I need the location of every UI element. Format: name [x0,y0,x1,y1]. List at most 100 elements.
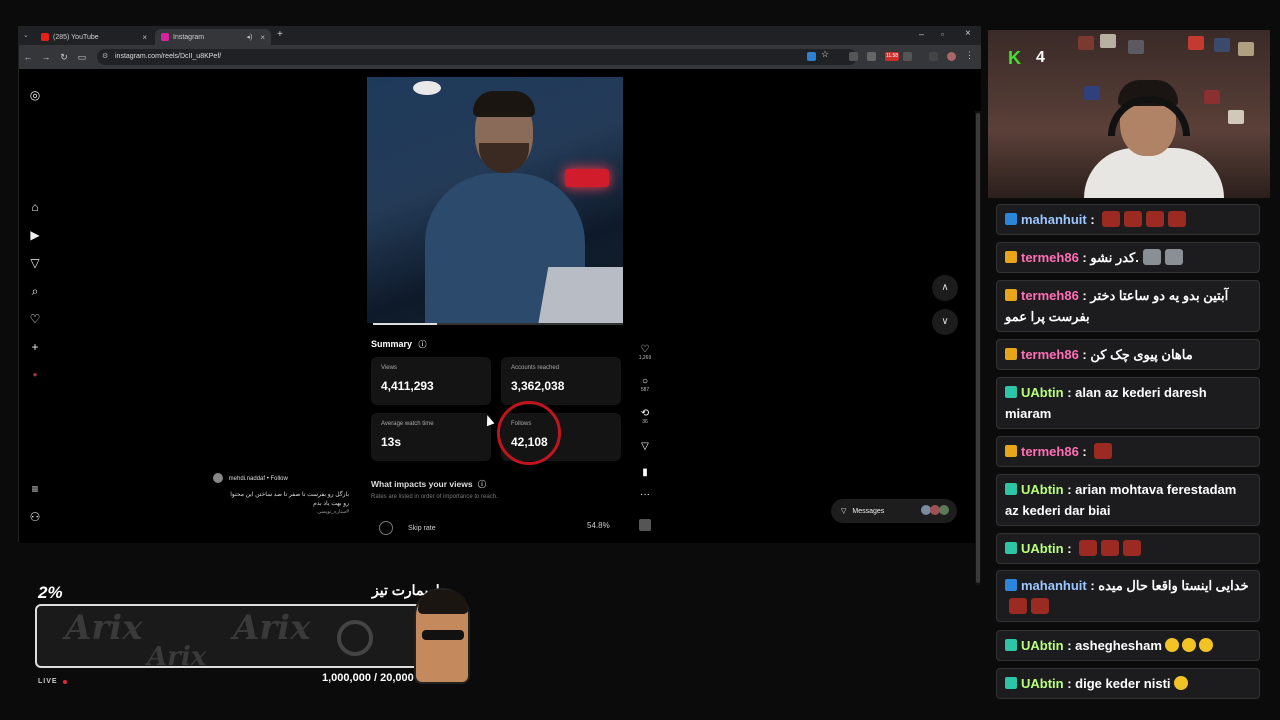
chat-username[interactable]: mahanhuit [1021,578,1087,593]
laughing-emoji-icon [1198,638,1213,652]
close-window-icon[interactable]: × [965,28,971,39]
extensions-icon[interactable] [903,52,912,61]
info-icon[interactable]: ⓘ [478,480,486,489]
bookmark-star-icon[interactable]: ☆ [821,49,829,60]
stat-card-views: Views 4,411,293 [371,357,491,405]
repost-button[interactable]: ⟲ 36 [633,408,657,425]
chat-text: asheghesham [1075,638,1162,653]
angry-emote-icon [1102,211,1121,227]
reels-icon[interactable]: ▶ [27,227,43,243]
chat-separator: : [1078,250,1091,265]
chat-username[interactable]: UAbtin [1021,638,1064,653]
moderator-badge-icon [1005,483,1017,495]
angry-emote-icon [1168,211,1187,227]
share-button[interactable]: ▽ [633,441,657,452]
summary-title: Summary ⓘ [371,339,427,350]
back-icon[interactable]: ← [19,52,37,62]
site-info-icon[interactable]: ⚙ [102,49,108,65]
moderator-badge-icon [1005,639,1017,651]
audio-icon[interactable]: ◂) [246,33,252,41]
chat-username[interactable]: UAbtin [1021,541,1064,556]
heart-icon: ♡ [640,344,650,355]
tab-label: Instagram [173,33,205,41]
chat-message: termeh86 : ماهان پیوی چک کن [996,339,1260,370]
author-avatar [213,473,223,483]
chat-username[interactable]: mahanhuit [1021,212,1087,227]
goal-progress-bar: Arix Arix Arix [35,604,465,668]
comment-button[interactable]: ○ 587 [633,376,657,393]
author-name[interactable]: mehdi.naddaf • Follow [229,476,288,482]
chat-message: termeh86 : کدر نشو. [996,242,1260,273]
instagram-icon[interactable]: ◎ [27,87,43,103]
chat-username[interactable]: UAbtin [1021,482,1064,497]
chat-message: UAbtin : arian mohtava ferestadam az ked… [996,474,1260,526]
chat-username[interactable]: termeh86 [1021,444,1079,459]
tab-instagram[interactable]: Instagram ◂) × [155,29,271,45]
menu-dots-icon[interactable]: ⋮ [965,50,974,61]
maximize-icon[interactable]: ▫ [941,30,944,39]
chat-username[interactable]: UAbtin [1021,676,1064,691]
shelf-item [1084,86,1100,100]
url-field[interactable]: ⚙ instagram.com/reels/DcII_u8KPef/ [97,49,857,65]
reel-hashtag[interactable]: #ستاره_نویسی [217,509,349,515]
tabs-icon[interactable]: ▭ [73,52,91,63]
profile-icon[interactable]: ● [27,367,43,383]
new-tab-icon[interactable]: + [277,29,283,40]
search-icon[interactable]: ⌕ [27,283,43,299]
more-menu-icon[interactable]: ≡ [27,481,43,497]
messages-button[interactable]: ▽ Messages [831,499,957,523]
heart-icon[interactable]: ♡ [27,311,43,327]
audio-button[interactable] [633,519,657,531]
previous-reel-button[interactable]: ∧ [932,275,958,301]
tab-youtube[interactable]: (285) YouTube × [35,29,153,45]
save-button[interactable]: ▮ [633,467,657,478]
chat-username[interactable]: termeh86 [1021,288,1079,303]
extension-icon[interactable] [849,52,858,61]
stat-card-average-watch-time: Average watch time 13s [371,413,491,461]
also-from-meta-icon[interactable]: ⚇ [27,509,43,525]
chat-separator: : [1063,482,1076,497]
angry-emote-icon [1094,443,1113,459]
sidebar-icon[interactable] [929,52,938,61]
shelf-item [1100,34,1116,48]
minimize-icon[interactable]: – [919,29,924,39]
like-button[interactable]: ♡ 1,269 [633,344,657,361]
extension-icon[interactable] [867,52,876,61]
tab-search-icon[interactable]: ⌄ [23,31,29,39]
next-reel-button[interactable]: ∨ [932,309,958,335]
home-icon[interactable]: ⌂ [27,199,43,215]
info-icon[interactable]: ⓘ [419,340,427,349]
angry-emote-icon [1101,540,1120,556]
shelf-item [1078,36,1094,50]
scrollbar-thumb[interactable] [976,113,980,583]
profile-avatar[interactable] [947,52,956,61]
like-count: 1,269 [638,355,652,361]
skip-rate-label: Skip rate [408,525,436,532]
verified-badge-icon [1005,213,1017,225]
chat-message: UAbtin : alan az kederi daresh miaram [996,377,1260,429]
create-icon[interactable]: + [27,339,43,355]
reel-video[interactable] [367,77,623,323]
chat-username[interactable]: UAbtin [1021,385,1064,400]
close-icon[interactable]: × [142,33,147,42]
chat-separator: : [1078,444,1091,459]
reload-icon[interactable]: ↻ [55,52,73,63]
impacts-title-text: What impacts your views [371,479,473,489]
send-icon[interactable]: ▽ [27,255,43,271]
close-icon[interactable]: × [260,33,265,42]
more-button[interactable]: ··· [633,489,657,500]
extension-badge[interactable]: 11.58 [885,52,899,61]
studio-light [413,81,441,95]
subscriber-badge-icon [1005,289,1017,301]
install-icon[interactable] [807,52,816,61]
chat-message: UAbtin : [996,533,1260,564]
send-icon: ▽ [641,441,649,452]
reel-author[interactable]: mehdi.naddaf • Follow [213,473,288,483]
forward-icon[interactable]: → [37,52,55,62]
summary-title-text: Summary [371,339,413,349]
chat-username[interactable]: termeh86 [1021,250,1079,265]
chat-username[interactable]: termeh86 [1021,347,1079,362]
owl-logo-icon [337,620,373,656]
instagram-page: ◎ ⌂ ▶ ▽ ⌕ ♡ + ● ≡ ⚇ Summary ⓘ Views 4,41… [19,69,981,585]
goal-count: 1,000,000 / 20,000 [322,672,414,684]
